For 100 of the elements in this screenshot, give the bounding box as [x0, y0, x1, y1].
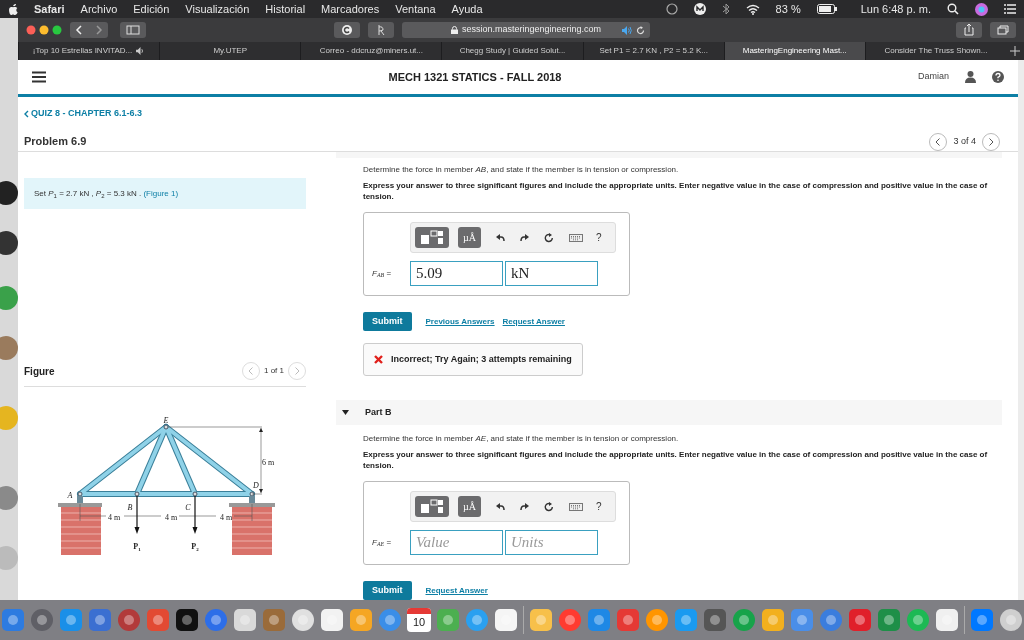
units-button[interactable]: µÅ [458, 496, 481, 517]
figure-label: 4 m [219, 513, 233, 522]
menu-item[interactable]: Visualización [185, 0, 250, 18]
list-icon[interactable] [1004, 4, 1016, 14]
problem-statement: Set P$_{1}$ = 2.7 kN , P$_{2}$ = 5.3 kN . (Figure 1) [24, 178, 306, 209]
figure-label: 4 m [107, 513, 121, 522]
search-icon[interactable] [947, 3, 959, 15]
units-field[interactable]: kN [505, 261, 598, 286]
figure-label: B [127, 503, 133, 512]
caret-down-icon [342, 410, 349, 415]
app-icon[interactable] [935, 608, 959, 632]
app-icon[interactable] [291, 608, 315, 632]
chevron-left-icon [24, 109, 29, 118]
submit-button[interactable]: Submit [363, 581, 412, 600]
app-icon[interactable] [30, 608, 54, 632]
figure-heading: Figure [24, 364, 55, 379]
force-arrow [192, 495, 198, 534]
breadcrumb-link[interactable]: QUIZ 8 - CHAPTER 6.1-6.3 [24, 107, 143, 121]
cross-icon [374, 355, 383, 364]
reset-icon[interactable] [544, 501, 554, 512]
user-icon[interactable] [965, 71, 976, 83]
variable-label: F$_{AB}$ = [372, 267, 393, 280]
menu-item[interactable]: Marcadores [321, 0, 380, 18]
menu-icon[interactable] [32, 71, 46, 83]
app-icon[interactable] [703, 608, 727, 632]
tabs-icon[interactable] [990, 22, 1016, 38]
speaker-icon[interactable] [136, 47, 146, 55]
status-icon[interactable] [665, 3, 678, 15]
app-icon[interactable] [761, 608, 785, 632]
url-text: session.masteringengineering.com [461, 23, 602, 37]
feedback-message: Incorrect; Try Again; 3 attempts remaining [363, 343, 583, 376]
wifi-icon[interactable] [745, 3, 760, 15]
problem-title: Problem 6.9 [24, 134, 87, 150]
apple-icon[interactable] [8, 3, 18, 15]
app-icon[interactable] [436, 608, 460, 632]
answer-link[interactable]: Request Answer [502, 315, 565, 328]
question-text: Determine the force in member AE, and state if the member is in tension or compression. [363, 433, 680, 445]
extension-icon[interactable] [368, 22, 394, 38]
template-button[interactable] [415, 227, 449, 248]
undo-icon[interactable] [496, 502, 505, 511]
siri-icon[interactable] [975, 2, 988, 16]
bluetooth-icon[interactable] [721, 3, 730, 15]
help-button[interactable]: ? [596, 230, 602, 245]
keyboard-icon[interactable] [569, 502, 583, 511]
app-icon[interactable] [233, 608, 257, 632]
units-button[interactable]: µÅ [458, 227, 481, 248]
status-icon[interactable] [693, 3, 706, 15]
user-name[interactable]: Damian [918, 70, 949, 84]
battery-icon[interactable] [816, 4, 837, 14]
reload-icon[interactable] [636, 25, 645, 35]
help-icon[interactable] [992, 71, 1004, 83]
value-field[interactable]: 5.09 [410, 261, 503, 286]
redo-icon[interactable] [520, 502, 529, 511]
back-forward-icon[interactable] [70, 22, 108, 38]
reset-icon[interactable] [544, 232, 554, 243]
browser-tab[interactable]: MasteringEngineering Mast... [723, 42, 865, 60]
submit-button[interactable]: Submit [363, 312, 412, 331]
answer-link[interactable]: Request Answer [425, 584, 488, 597]
figure-label: C [185, 503, 191, 512]
app-icon[interactable] [349, 608, 373, 632]
next-button[interactable] [982, 132, 1000, 151]
units-field[interactable]: Units [505, 530, 598, 555]
app-icon[interactable] [175, 608, 199, 632]
menu-item[interactable]: Ayuda [451, 0, 483, 18]
part-header[interactable]: Part B [336, 400, 1002, 425]
instructions-text: Express your answer to three significant figures and include the appropriate units. Enter negative value in the case of compression and positive value in the case of tension. [363, 180, 989, 202]
menu-item[interactable]: Ventana [395, 0, 436, 18]
menu-item[interactable]: Archivo [80, 0, 118, 18]
app-icon[interactable] [529, 608, 553, 632]
page-counter: 3 of 4 [953, 134, 976, 148]
sidebar-icon[interactable] [120, 22, 146, 38]
redo-icon[interactable] [520, 233, 529, 242]
menu-item[interactable]: Historial [265, 0, 306, 18]
figure-label: 6 m [261, 458, 275, 467]
answer-link[interactable]: Previous Answers [425, 315, 495, 328]
value-field[interactable]: Value [410, 530, 503, 555]
previous-button[interactable] [929, 132, 948, 151]
extension-icon[interactable] [334, 22, 360, 38]
figure-counter: 1 of 1 [264, 365, 284, 377]
undo-icon[interactable] [496, 233, 505, 242]
app-icon[interactable] [320, 608, 344, 632]
menu-item[interactable]: Safari [34, 0, 65, 18]
calendar-icon[interactable]: 10 [407, 608, 431, 632]
address-bar[interactable]: session.masteringengineering.com [402, 22, 650, 38]
menu-item[interactable]: Edición [133, 0, 170, 18]
clock[interactable]: Lun 6:48 p. m. [860, 0, 931, 18]
help-button[interactable]: ? [596, 499, 602, 514]
variable-label: F$_{AE}$ = [372, 536, 393, 549]
keyboard-icon[interactable] [569, 233, 583, 242]
figure-label: D [253, 481, 259, 490]
share-icon[interactable] [956, 22, 982, 38]
figure-label: A [67, 491, 73, 500]
battery-percentage: 83 % [775, 1, 801, 17]
template-button[interactable] [415, 496, 449, 517]
window-controls-icon[interactable] [26, 25, 62, 35]
app-icon[interactable] [645, 608, 669, 632]
figure-link[interactable]: (Figure 1) [143, 189, 179, 198]
app-icon[interactable] [494, 608, 518, 632]
app-icon[interactable] [999, 608, 1023, 632]
app-icon[interactable] [906, 608, 930, 632]
